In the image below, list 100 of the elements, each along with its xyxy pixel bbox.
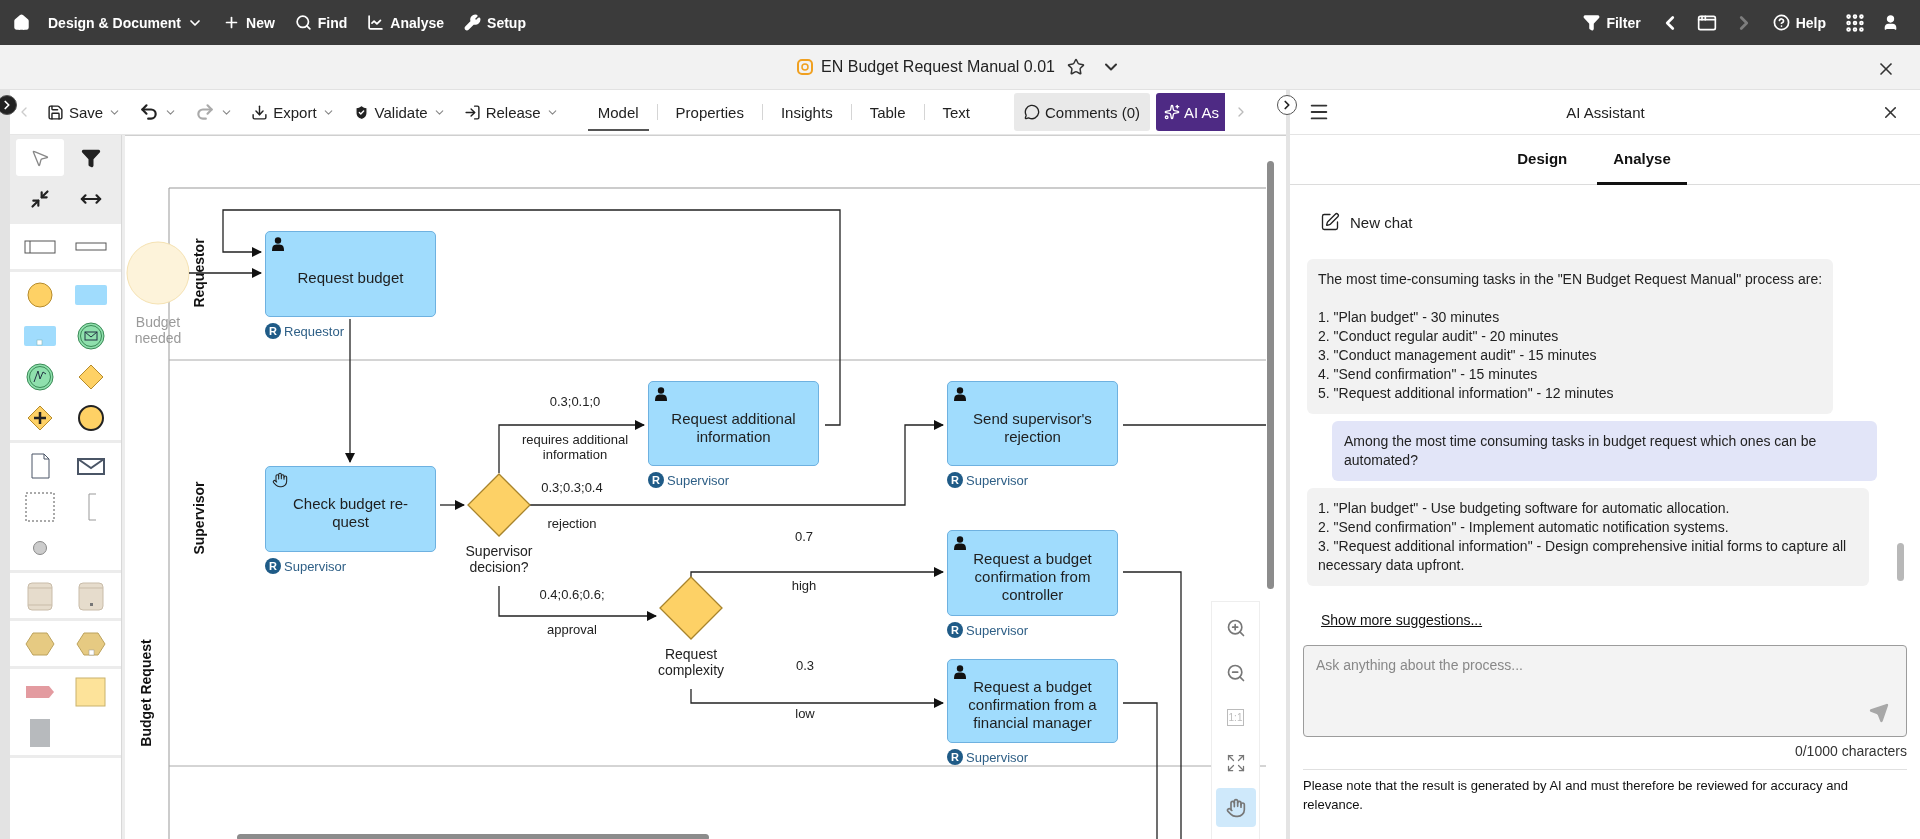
speech-bubble-icon [1024, 104, 1040, 120]
nav-menu-button[interactable]: Design & Document [39, 8, 212, 37]
role-label: Requestor [284, 323, 344, 339]
gateway-diamond [659, 576, 723, 640]
person-icon [272, 237, 284, 251]
arrow-into-box-icon [463, 103, 481, 121]
collapse-arrows-icon [29, 188, 50, 209]
task-label: Send supervisor's rejection [972, 409, 1093, 446]
nav-menu-button[interactable]: Find [285, 8, 357, 37]
filter-icon [1583, 14, 1601, 31]
fit-page-icon [1225, 752, 1246, 773]
flow-label: 0.4;0.6;0.6; [539, 587, 605, 602]
home-icon[interactable] [13, 14, 30, 31]
user-icon[interactable] [1882, 14, 1899, 31]
gateway-diamond [467, 473, 531, 537]
role-badge: R [947, 749, 963, 765]
pool-label: Budget Request [138, 639, 154, 747]
role-badge: R [947, 622, 963, 638]
view-tab[interactable]: Properties [665, 93, 754, 131]
person-icon [954, 536, 966, 550]
toolbar-button[interactable]: Export [244, 99, 342, 125]
lane-label: Supervisor [191, 481, 207, 555]
lane-label: Requestor [191, 238, 207, 308]
list-item: 2. "Conduct regular audit" - 20 minutes [1318, 327, 1560, 346]
role-label: Supervisor [284, 558, 347, 574]
flow-label: low [795, 706, 815, 721]
comments-button[interactable]: Comments (0) [1014, 93, 1151, 131]
list-item: 5. "Request additional information" - 12 minutes [1318, 384, 1615, 403]
toolbar-button[interactable]: Release [456, 99, 566, 125]
star-icon [1066, 58, 1085, 76]
task-label: Request budget [297, 269, 404, 287]
flow-label: high [791, 578, 817, 593]
nav-menu-button[interactable]: Filter [1574, 8, 1650, 37]
zoom-out-icon [1225, 662, 1246, 683]
wrench-icon [464, 14, 482, 31]
character-count: 0/1000 characters [1794, 743, 1907, 759]
flow-label: 0.3;0.3;0.4 [541, 480, 603, 495]
plus-icon [223, 14, 240, 31]
toolbar-button[interactable]: Save [40, 99, 129, 125]
canvas-tool-button[interactable] [1215, 788, 1256, 827]
send-button[interactable] [1869, 703, 1889, 723]
process-icon [797, 59, 814, 75]
sparkle-icon [1164, 104, 1181, 120]
actual-size-icon: 1:1 [1226, 709, 1245, 726]
task-label: Request additional information [670, 409, 797, 446]
nav-menu-button[interactable]: New [214, 8, 284, 37]
task-label: Request a budget confirmation from a financial manager [967, 678, 1098, 732]
list-item: 2. "Send confirmation" - Implement automatic notification systems. [1318, 518, 1730, 537]
gateway-label: Request complexity [656, 646, 726, 678]
download-icon [251, 103, 269, 121]
role-badge: R [265, 558, 281, 574]
sequence-flow [439, 500, 465, 510]
start-event-circle [126, 241, 190, 305]
apps-grid-icon[interactable] [1844, 11, 1866, 34]
panel-tab[interactable]: Design [1501, 135, 1584, 185]
message-text: Among the most time consuming tasks in budget request which ones can be automated? [1344, 432, 1818, 470]
task-label: Request a budget confirmation from controller [972, 550, 1093, 604]
new-chat-button[interactable]: New chat [1320, 205, 1413, 239]
panel-tab[interactable]: Analyse [1597, 135, 1687, 185]
nav-menu-button[interactable]: Help [1763, 8, 1835, 37]
flow-label: rejection [547, 516, 597, 531]
role-label: Supervisor [966, 622, 1029, 638]
flow-label: 0.3;0.1;0 [549, 394, 601, 409]
nav-menu-button[interactable]: Analyse [358, 8, 454, 37]
task-label: Check budget re-quest [291, 495, 410, 531]
person-icon [954, 665, 966, 679]
panel-title: AI Assistant [1566, 103, 1645, 121]
zoom-in-icon [1225, 617, 1246, 638]
document-title: EN Budget Request Manual 0.01 [821, 58, 1055, 76]
view-tab[interactable]: Insights [770, 93, 843, 131]
toolbar-button[interactable]: Validate [345, 99, 453, 125]
show-more-link[interactable]: Show more suggestions... [1321, 612, 1483, 628]
flow-label: 0.7 [794, 529, 814, 544]
view-tab[interactable]: Table [859, 93, 916, 131]
horizontal-scrollbar[interactable] [237, 834, 709, 839]
nav-menu-button[interactable]: Setup [455, 8, 535, 37]
list-item: 1. "Plan budget" - 30 minutes [1318, 308, 1501, 327]
send-icon [1869, 703, 1889, 723]
hand-icon [272, 472, 288, 488]
gateway-label: Supervisor decision? [464, 543, 534, 575]
filter-icon [81, 147, 102, 168]
vertical-scrollbar[interactable] [1267, 161, 1274, 589]
list-item: 1. "Plan budget" - Use budgeting software for automatic allocation. [1318, 499, 1731, 518]
role-label: Supervisor [966, 472, 1029, 488]
question-field[interactable]: Ask anything about the process... [1303, 645, 1907, 737]
role-label: Supervisor [966, 749, 1029, 765]
list-item: 3. "Request additional information" - Design comprehensive initial forms to capture all necessary data upfront. [1318, 537, 1848, 575]
ai-assistant-button[interactable]: AI As [1156, 93, 1226, 131]
flow-label: 0.3 [795, 658, 815, 673]
line-chart-icon [367, 14, 385, 31]
role-label: Supervisor [667, 472, 730, 488]
view-tab[interactable]: Model [587, 93, 649, 131]
person-icon [954, 387, 966, 401]
list-item: 3. "Conduct management audit" - 15 minutes [1318, 346, 1598, 365]
role-badge: R [648, 472, 664, 488]
search-icon [294, 14, 312, 31]
chat-scrollbar[interactable] [1897, 543, 1904, 581]
flow-label: approval [547, 622, 597, 637]
undo-icon[interactable] [139, 102, 160, 122]
view-tab[interactable]: Text [932, 93, 980, 131]
